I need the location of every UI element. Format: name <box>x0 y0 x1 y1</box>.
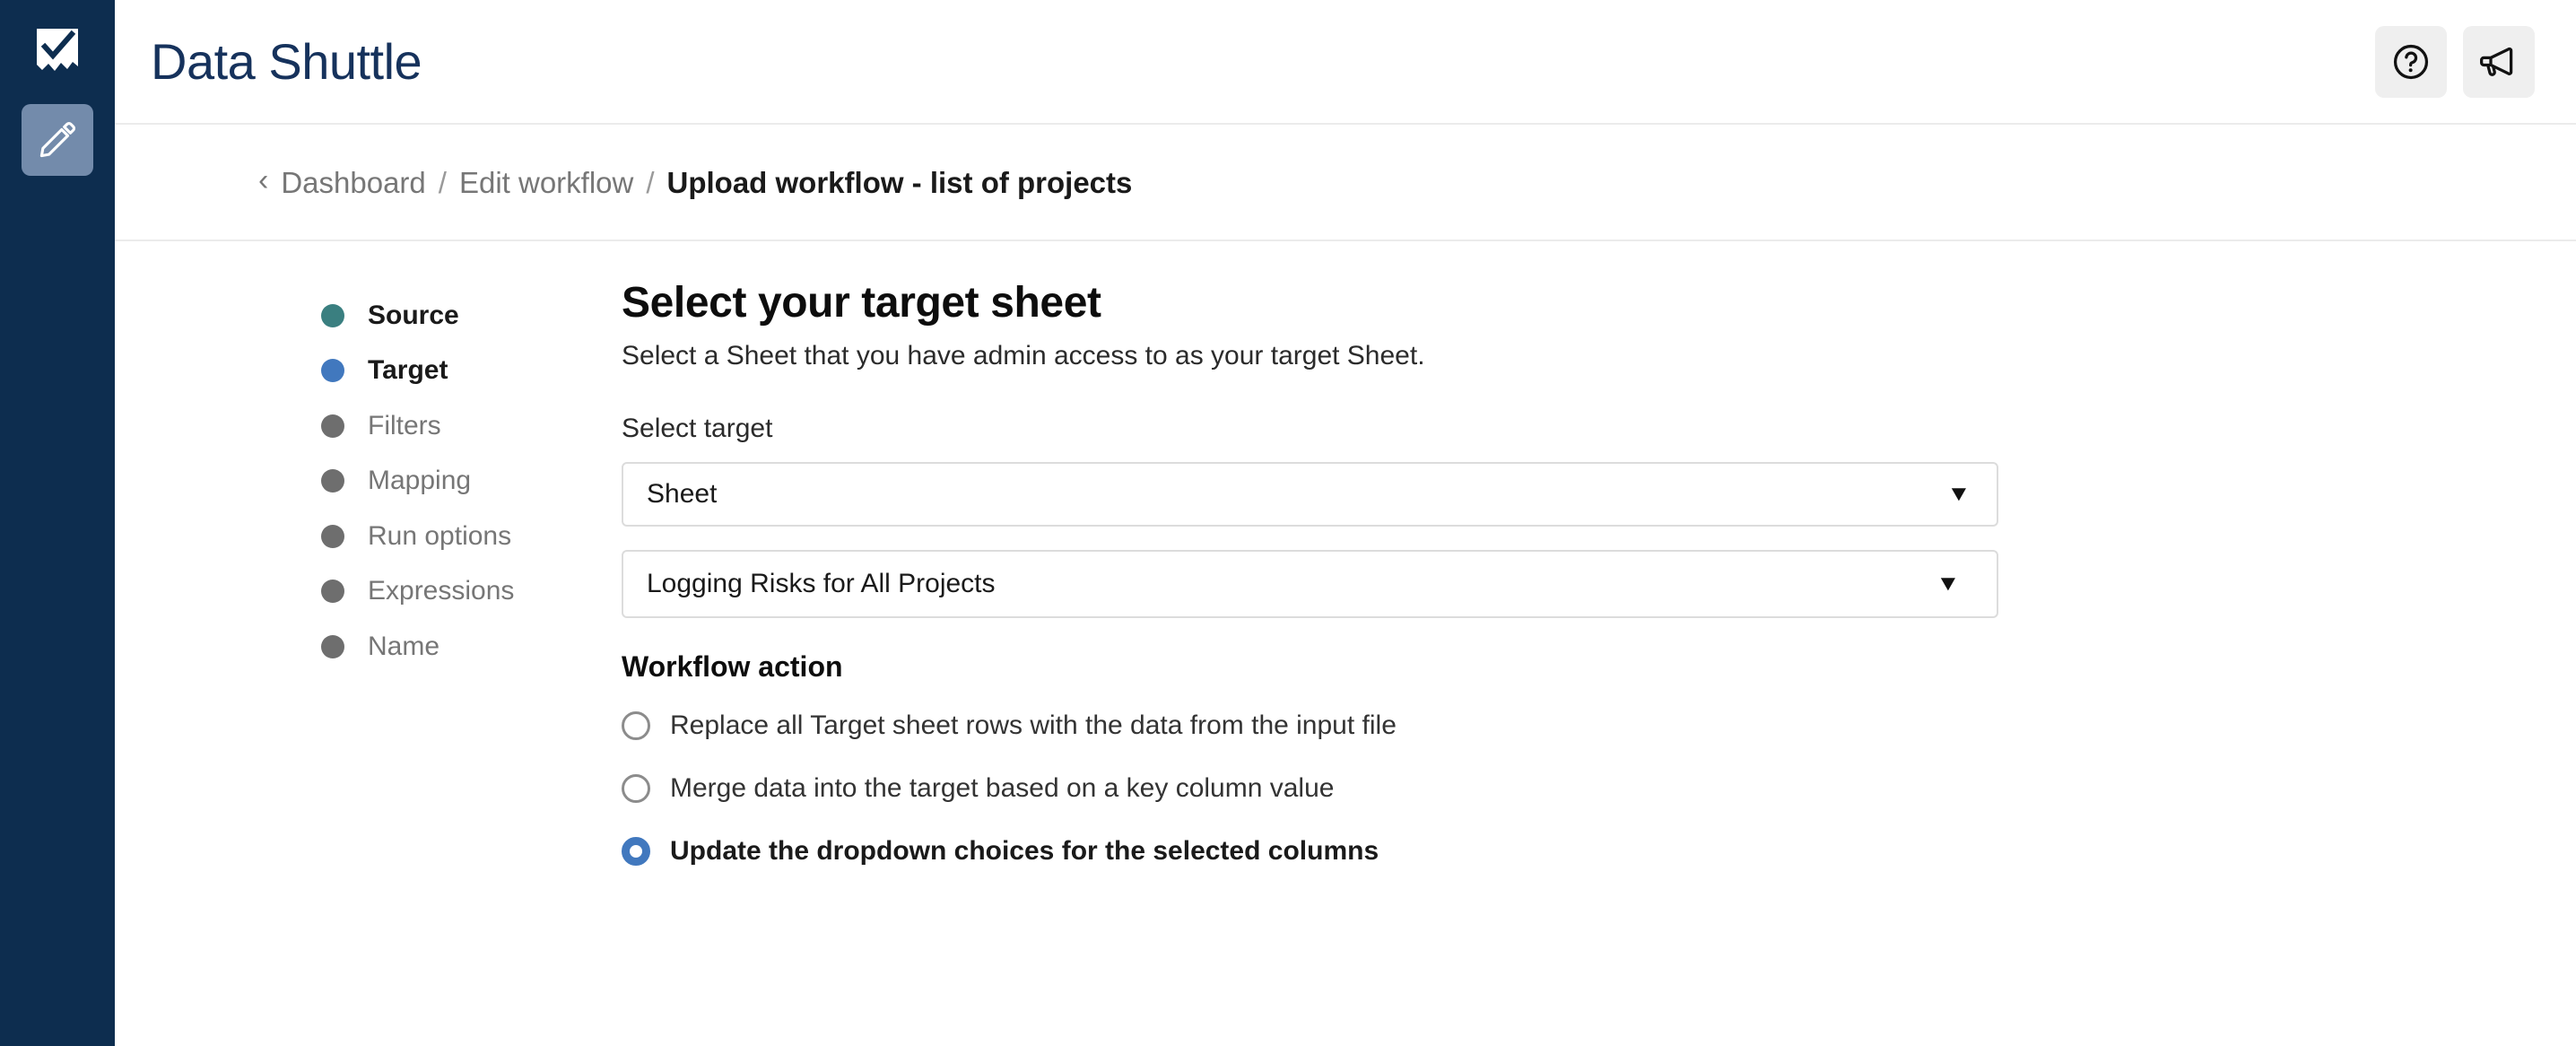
step-label: Run options <box>368 520 512 551</box>
chevron-left-icon[interactable]: ‹ <box>258 165 268 196</box>
panel-heading: Select your target sheet <box>622 279 1101 327</box>
step-status-dot <box>321 303 344 327</box>
page-title: Data Shuttle <box>151 32 422 90</box>
step-status-dot <box>321 524 344 548</box>
pencil-icon <box>38 120 77 160</box>
target-sheet-value: Logging Risks for All Projects <box>647 571 996 598</box>
step-item-target[interactable]: Target <box>321 344 581 399</box>
breadcrumb-bar: ‹ Dashboard / Edit workflow / Upload wor… <box>115 125 2576 241</box>
workflow-action-option-label: Merge data into the target based on a ke… <box>670 773 1335 804</box>
breadcrumb-item-dashboard[interactable]: Dashboard <box>281 168 425 197</box>
top-bar: Data Shuttle <box>115 0 2576 125</box>
step-item-name[interactable]: Name <box>321 619 581 675</box>
step-item-source[interactable]: Source <box>321 288 581 344</box>
breadcrumb-separator: / <box>438 165 447 199</box>
chevron-down-icon: ▼ <box>1936 571 1961 597</box>
step-label: Target <box>368 355 448 386</box>
step-status-dot <box>321 414 344 438</box>
radio-button[interactable] <box>622 837 650 867</box>
target-type-select[interactable]: Sheet ▼ <box>622 462 1998 527</box>
help-button[interactable] <box>2375 25 2447 98</box>
breadcrumb: ‹ Dashboard / Edit workflow / Upload wor… <box>258 165 1133 199</box>
question-circle-icon <box>2390 41 2432 83</box>
left-nav-rail <box>0 0 115 1046</box>
target-type-value: Sheet <box>647 481 718 509</box>
panel-description: Select a Sheet that you have admin acces… <box>622 341 1425 371</box>
chevron-down-icon: ▼ <box>1946 482 1971 507</box>
workflow-action-option-label: Update the dropdown choices for the sele… <box>670 836 1379 867</box>
breadcrumb-separator: / <box>646 165 655 199</box>
step-item-filters[interactable]: Filters <box>321 398 581 454</box>
select-target-label: Select target <box>622 414 773 444</box>
radio-button[interactable] <box>622 711 650 741</box>
breadcrumb-item-current: Upload workflow - list of projects <box>666 165 1133 199</box>
data-shuttle-app: Data Shuttle ‹ Dashboard / Edit workflow… <box>0 0 2576 1046</box>
step-status-dot <box>321 469 344 493</box>
step-status-dot <box>321 359 344 383</box>
step-label: Expressions <box>368 576 515 606</box>
step-label: Mapping <box>368 466 472 496</box>
step-status-dot <box>321 634 344 658</box>
content-area: Source Target Filters Mapping Run option… <box>115 241 2576 1046</box>
step-item-expressions[interactable]: Expressions <box>321 564 581 620</box>
workflow-action-option-label: Replace all Target sheet rows with the d… <box>670 710 1397 741</box>
breadcrumb-item-edit-workflow[interactable]: Edit workflow <box>459 168 633 197</box>
workflow-action-option-update-dropdowns[interactable]: Update the dropdown choices for the sele… <box>622 826 2522 876</box>
smartsheet-checkmark-flag-logo-icon <box>29 23 86 81</box>
megaphone-icon <box>2478 41 2519 83</box>
top-bar-actions <box>2375 25 2535 98</box>
step-label: Name <box>368 631 440 661</box>
workflow-step-list: Source Target Filters Mapping Run option… <box>115 281 581 1046</box>
step-item-mapping[interactable]: Mapping <box>321 454 581 510</box>
step-label: Filters <box>368 410 441 440</box>
step-label: Source <box>368 300 459 330</box>
workflow-action-option-merge[interactable]: Merge data into the target based on a ke… <box>622 763 2522 814</box>
workflow-action-heading: Workflow action <box>622 650 843 684</box>
target-settings-panel: Select your target sheet Select a Sheet … <box>581 279 2576 1046</box>
main-column: Data Shuttle ‹ Dashboard / Edit workflow… <box>115 0 2576 1046</box>
edit-workflow-rail-button[interactable] <box>22 104 93 176</box>
target-sheet-select[interactable]: Logging Risks for All Projects ▼ <box>622 550 1998 619</box>
step-item-run-options[interactable]: Run options <box>321 509 581 564</box>
announcements-button[interactable] <box>2463 25 2535 98</box>
workflow-action-option-replace[interactable]: Replace all Target sheet rows with the d… <box>622 701 2522 751</box>
step-status-dot <box>321 580 344 604</box>
radio-button[interactable] <box>622 774 650 804</box>
